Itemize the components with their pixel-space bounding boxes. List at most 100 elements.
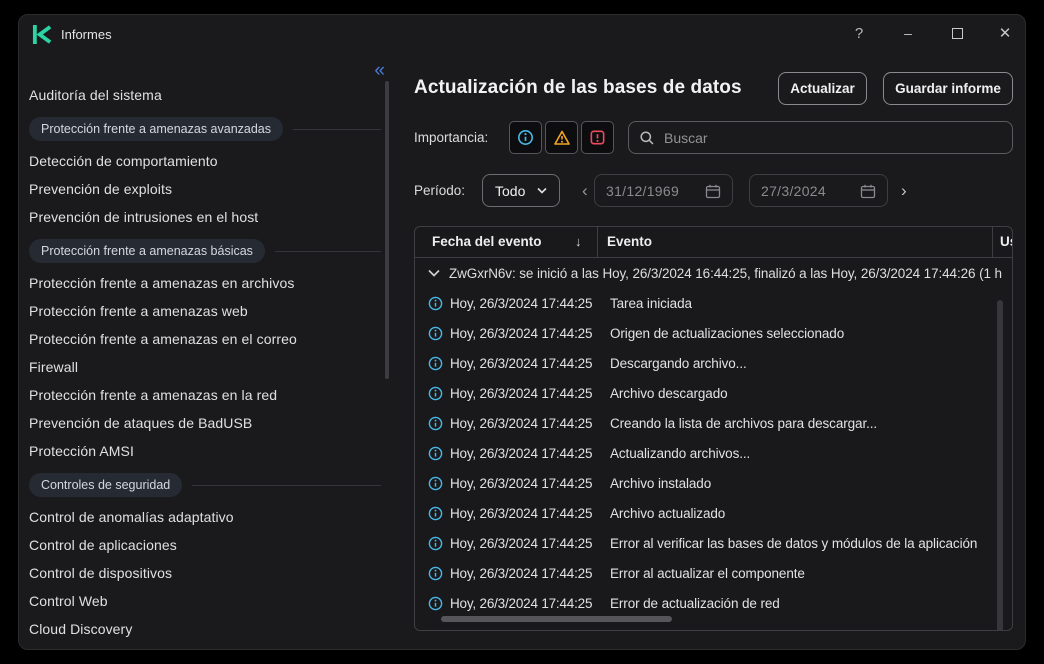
calendar-icon [860,184,876,198]
sidebar-item[interactable]: Cloud Discovery [29,615,381,643]
info-icon [428,596,443,611]
sidebar-item[interactable]: Prevención de ataques de BadUSB [29,409,381,437]
main-content: Actualización de las bases de datos Actu… [414,53,1025,649]
period-label: Período: [414,183,466,198]
update-button[interactable]: Actualizar [778,72,867,105]
sidebar-item-label: Firewall [29,359,79,375]
table-row[interactable]: Hoy, 26/3/2024 17:44:25 Error al verific… [415,528,1012,558]
sidebar-item-label: Detección de comportamiento [29,153,218,169]
sidebar-item[interactable]: Protección AMSI [29,437,381,465]
sidebar-item-label: Protección AMSI [29,443,134,459]
table-row[interactable]: Hoy, 26/3/2024 17:44:25 Actualizando arc… [415,438,1012,468]
date-from-value: 31/12/1969 [606,182,680,199]
sidebar-item[interactable]: Prevención de exploits [29,175,381,203]
info-icon [428,566,443,581]
event-date: Hoy, 26/3/2024 17:44:25 [450,505,593,521]
severity-info-button[interactable] [509,121,542,154]
column-header-user[interactable]: Us [1000,234,1012,249]
column-divider [597,227,598,257]
event-text: Archivo actualizado [610,505,726,521]
maximize-button[interactable] [944,15,970,51]
sidebar-section: Controles de seguridad [29,473,381,497]
sidebar-item[interactable]: Control de dispositivos [29,559,381,587]
info-icon [428,386,443,401]
period-select-value: Todo [495,182,526,199]
table-header: Fecha del evento ↓ Evento Us [415,227,1012,258]
horizontal-scrollbar[interactable] [441,616,672,622]
save-report-button[interactable]: Guardar informe [883,72,1013,105]
table-row[interactable]: Hoy, 26/3/2024 17:44:25 Error de actuali… [415,588,1012,618]
table-row[interactable]: Hoy, 26/3/2024 17:44:25 Archivo instalad… [415,468,1012,498]
sidebar-item[interactable]: Protección frente a amenazas en la red [29,381,381,409]
table-row[interactable]: Hoy, 26/3/2024 17:44:25 Origen de actual… [415,318,1012,348]
sidebar-item-label: Protección frente a amenazas en archivos [29,275,295,291]
section-divider [192,484,381,486]
event-text: Actualizando archivos... [610,445,751,461]
help-button[interactable]: ? [846,15,872,51]
sidebar-section-label: Protección frente a amenazas avanzadas [29,117,283,141]
period-select[interactable]: Todo [482,174,560,207]
vertical-scrollbar[interactable] [997,300,1003,630]
next-period-icon[interactable]: › [901,177,907,205]
previous-period-icon[interactable]: ‹ [582,177,588,205]
sidebar-item[interactable]: Control de aplicaciones [29,531,381,559]
search-input[interactable] [664,129,1002,146]
event-date: Hoy, 26/3/2024 17:44:25 [450,355,593,371]
sidebar-item[interactable]: Auditoría del sistema [29,81,381,109]
event-date: Hoy, 26/3/2024 17:44:25 [450,595,593,611]
sidebar-item[interactable]: Prevención de intrusiones en el host [29,203,381,231]
sidebar-item-label: Auditoría del sistema [29,87,162,103]
sidebar-item-label: Protección frente a amenazas web [29,303,248,319]
table-row[interactable]: Hoy, 26/3/2024 17:44:25 Archivo descarga… [415,378,1012,408]
close-button[interactable]: ✕ [992,15,1018,51]
sidebar-item[interactable]: Protección frente a amenazas web [29,297,381,325]
column-header-date[interactable]: Fecha del evento [432,234,542,249]
column-header-event[interactable]: Evento [607,234,652,249]
event-text: Archivo instalado [610,475,712,491]
sidebar-scrollbar[interactable] [385,81,389,379]
event-text: Tarea iniciada [610,295,692,311]
sidebar-item[interactable]: Control Web [29,587,381,615]
sidebar-item[interactable]: Detección de comportamiento [29,147,381,175]
section-divider [293,128,381,130]
sidebar-item-label: Control de aplicaciones [29,537,177,553]
sidebar-item-label: Protección frente a amenazas en la red [29,387,278,403]
sort-descending-icon[interactable]: ↓ [575,234,582,249]
chevron-down-icon [428,269,440,277]
sidebar-item-label: Prevención de intrusiones en el host [29,209,259,225]
sidebar-item[interactable]: Protección frente a amenazas en el corre… [29,325,381,353]
sidebar-item[interactable]: Control de anomalías adaptativo [29,503,381,531]
date-from-field[interactable]: 31/12/1969 [594,174,733,207]
sidebar-item-label: Prevención de ataques de BadUSB [29,415,253,431]
kaspersky-logo-icon [32,24,52,45]
info-icon [428,506,443,521]
calendar-icon [705,184,721,198]
severity-critical-button[interactable] [581,121,614,154]
table-row[interactable]: Hoy, 26/3/2024 17:44:25 Tarea iniciada [415,288,1012,318]
severity-warning-button[interactable] [545,121,578,154]
table-row[interactable]: Hoy, 26/3/2024 17:44:25 Creando la lista… [415,408,1012,438]
minimize-button[interactable]: – [895,15,921,51]
task-group-summary: ZwGxrN6v: se inició a las Hoy, 26/3/2024… [449,265,1002,281]
date-to-field[interactable]: 27/3/2024 [749,174,888,207]
info-icon [428,296,443,311]
table-row[interactable]: Hoy, 26/3/2024 17:44:25 Archivo actualiz… [415,498,1012,528]
sidebar-item-label: Control de dispositivos [29,565,173,581]
section-divider [274,250,381,252]
sidebar-item[interactable]: Protección frente a amenazas en archivos [29,269,381,297]
page-title: Actualización de las bases de datos [414,77,742,98]
event-text: Error al actualizar el componente [610,565,805,581]
sidebar-item-label: Prevención de exploits [29,181,173,197]
event-date: Hoy, 26/3/2024 17:44:25 [450,295,593,311]
chevron-down-icon [537,187,547,194]
sidebar-item[interactable]: Firewall [29,353,381,381]
sidebar-section: Protección frente a amenazas básicas [29,239,381,263]
table-row[interactable]: Hoy, 26/3/2024 17:44:25 Descargando arch… [415,348,1012,378]
importance-label: Importancia: [414,130,489,145]
table-row[interactable]: Hoy, 26/3/2024 17:44:25 Error al actuali… [415,558,1012,588]
search-icon [640,130,654,145]
task-group-row[interactable]: ZwGxrN6v: se inició a las Hoy, 26/3/2024… [415,258,1012,288]
maximize-icon [951,27,963,39]
info-icon [428,356,443,371]
collapse-sidebar-icon[interactable]: « [374,61,384,80]
